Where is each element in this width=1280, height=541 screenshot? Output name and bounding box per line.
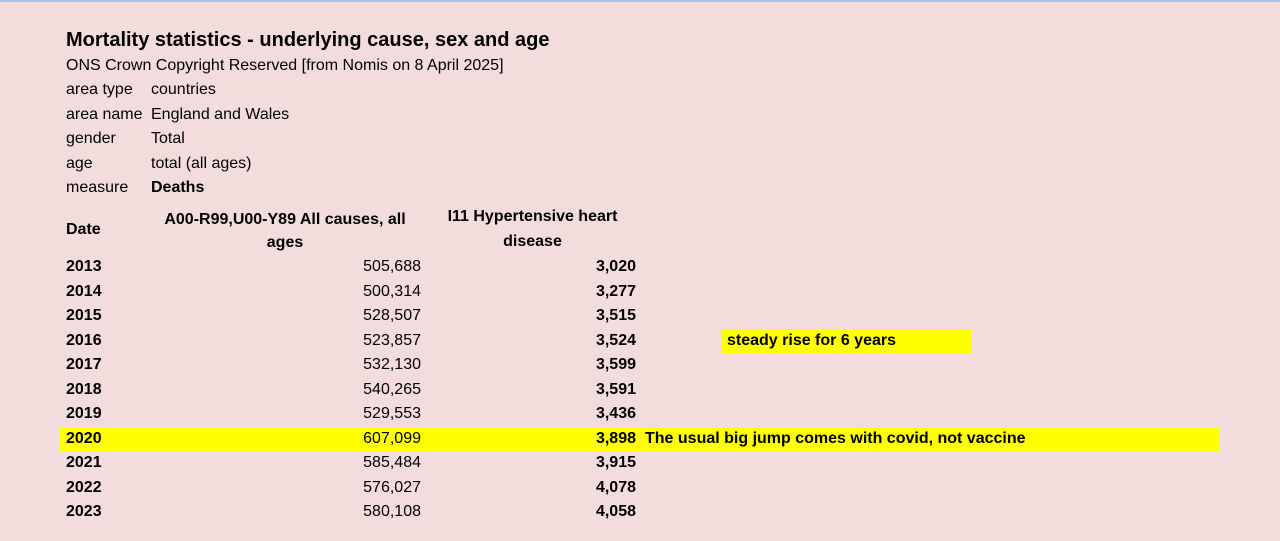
row-all-causes: 529,553: [363, 405, 421, 422]
table-row: 2013 505,688 3,020: [60, 255, 640, 279]
row-hypertensive: 3,515: [595, 307, 636, 324]
row-all-causes: 607,099: [363, 429, 421, 447]
column-header-all-causes: A00-R99,U00-Y89 All causes, all ages: [164, 211, 406, 251]
row-all-causes: 532,130: [363, 356, 421, 373]
meta-key: area type: [66, 81, 133, 98]
row-hypertensive: 3,277: [595, 282, 636, 300]
row-date: 2014: [66, 282, 102, 300]
row-hypertensive: 4,078: [595, 478, 636, 496]
annotation-steady-rise: steady rise for 6 years: [722, 329, 971, 353]
row-all-causes: 500,314: [363, 282, 421, 300]
row-date: 2023: [66, 503, 102, 520]
table-row: 2014 500,314 3,277: [60, 280, 640, 304]
meta-key: area name: [66, 106, 143, 123]
page-title: Mortality statistics - underlying cause,…: [66, 29, 550, 51]
row-all-causes: 523,857: [363, 331, 421, 349]
table-row: 2018 540,265 3,591: [60, 378, 640, 402]
row-date: 2015: [66, 307, 102, 324]
row-hypertensive: 3,436: [595, 405, 636, 422]
meta-age: age total (all ages): [66, 153, 252, 175]
table-row: 2021 585,484 3,915: [60, 451, 640, 475]
row-date: 2018: [66, 380, 102, 398]
row-date: 2019: [66, 405, 102, 422]
table-row: 2019 529,553 3,436: [60, 402, 640, 426]
row-hypertensive: 3,020: [595, 258, 636, 275]
row-date: 2022: [66, 478, 102, 496]
meta-value: Deaths: [151, 179, 205, 196]
meta-value: total (all ages): [151, 155, 252, 172]
row-date: 2013: [66, 258, 102, 275]
row-all-causes: 528,507: [363, 307, 421, 324]
column-header-hypertensive: I11 Hypertensive heart disease: [447, 208, 618, 250]
row-date: 2017: [66, 356, 102, 373]
table-row: 2022 576,027 4,078: [60, 476, 640, 500]
table-row: 2016 523,857 3,524: [60, 329, 640, 353]
meta-area-name: area name England and Wales: [66, 104, 289, 126]
meta-value: countries: [151, 81, 216, 98]
source-line: ONS Crown Copyright Reserved [from Nomis…: [66, 57, 504, 74]
row-all-causes: 540,265: [363, 380, 421, 398]
row-all-causes: 585,484: [363, 454, 421, 471]
row-all-causes: 505,688: [363, 258, 421, 275]
table-row: 2017 532,130 3,599: [60, 353, 640, 377]
row-hypertensive: 3,898: [595, 429, 636, 447]
meta-measure: measure Deaths: [66, 177, 204, 199]
meta-value: England and Wales: [151, 106, 290, 123]
meta-value: Total: [151, 130, 185, 147]
table-row: 2023 580,108 4,058: [60, 500, 640, 524]
top-border: [0, 0, 1280, 2]
meta-area-type: area type countries: [66, 79, 216, 101]
row-all-causes: 576,027: [363, 478, 421, 496]
table-row: 2020 607,099 3,898 The usual big jump comes…: [60, 426, 1220, 451]
row-hypertensive: 3,599: [595, 356, 636, 373]
row-hypertensive: 3,591: [595, 380, 636, 398]
row-hypertensive: 4,058: [595, 503, 636, 520]
row-hypertensive: 3,915: [595, 454, 636, 471]
row-date: 2020: [66, 429, 102, 447]
row-date: 2016: [66, 331, 102, 349]
column-header-date: Date: [66, 221, 101, 238]
annotation-covid-jump: The usual big jump comes with covid, not…: [645, 429, 1026, 447]
row-date: 2021: [66, 454, 102, 471]
row-all-causes: 580,108: [363, 503, 421, 520]
table-row: 2015 528,507 3,515: [60, 304, 640, 328]
row-hypertensive: 3,524: [595, 331, 636, 349]
meta-key: age: [66, 155, 93, 172]
meta-key: measure: [66, 179, 129, 196]
meta-key: gender: [66, 130, 116, 147]
meta-gender: gender Total: [66, 128, 185, 150]
